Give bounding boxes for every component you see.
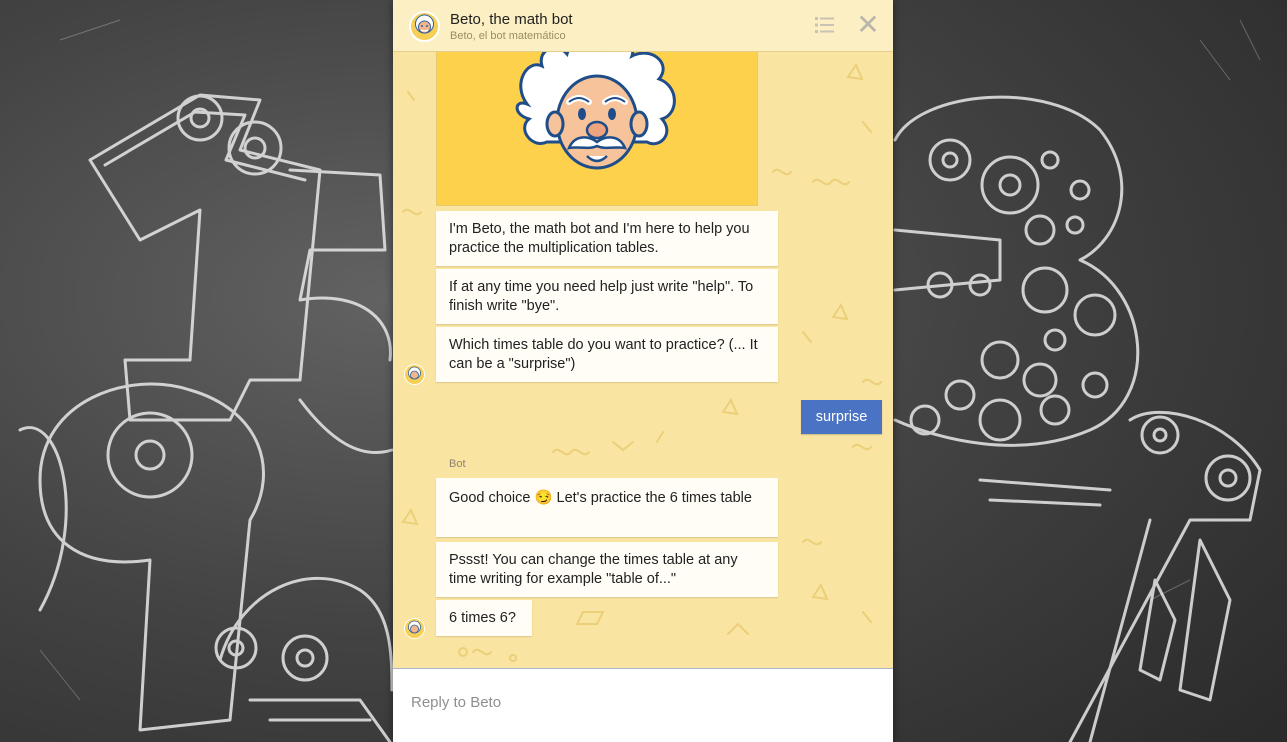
- bot-message: Which times table do you want to practic…: [436, 327, 778, 382]
- chat-subtitle: Beto, el bot matemático: [450, 30, 566, 42]
- bot-welcome-image: [436, 52, 758, 206]
- bot-message: 6 times 6?: [436, 600, 532, 636]
- bot-message: I'm Beto, the math bot and I'm here to h…: [436, 211, 778, 266]
- chat-header: Beto, the math bot Beto, el bot matemáti…: [393, 0, 893, 52]
- bot-message: If at any time you need help just write …: [436, 269, 778, 324]
- bot-message: Pssst! You can change the times table at…: [436, 542, 778, 597]
- bot-avatar-small: [404, 618, 425, 639]
- bot-message: Good choice 😏 Let's practice the 6 times…: [436, 478, 778, 537]
- reply-input[interactable]: [409, 687, 873, 717]
- bot-avatar: [409, 11, 440, 42]
- user-message: surprise: [801, 400, 882, 434]
- list-icon[interactable]: [815, 16, 835, 34]
- reply-composer: [393, 668, 893, 742]
- chat-window: Beto, the math bot Beto, el bot matemáti…: [393, 0, 893, 742]
- bot-avatar-small: [404, 364, 425, 385]
- close-icon[interactable]: ✕: [856, 11, 880, 39]
- chat-title: Beto, the math bot: [450, 11, 573, 28]
- message-list: I'm Beto, the math bot and I'm here to h…: [393, 52, 893, 668]
- sender-label: Bot: [449, 458, 466, 470]
